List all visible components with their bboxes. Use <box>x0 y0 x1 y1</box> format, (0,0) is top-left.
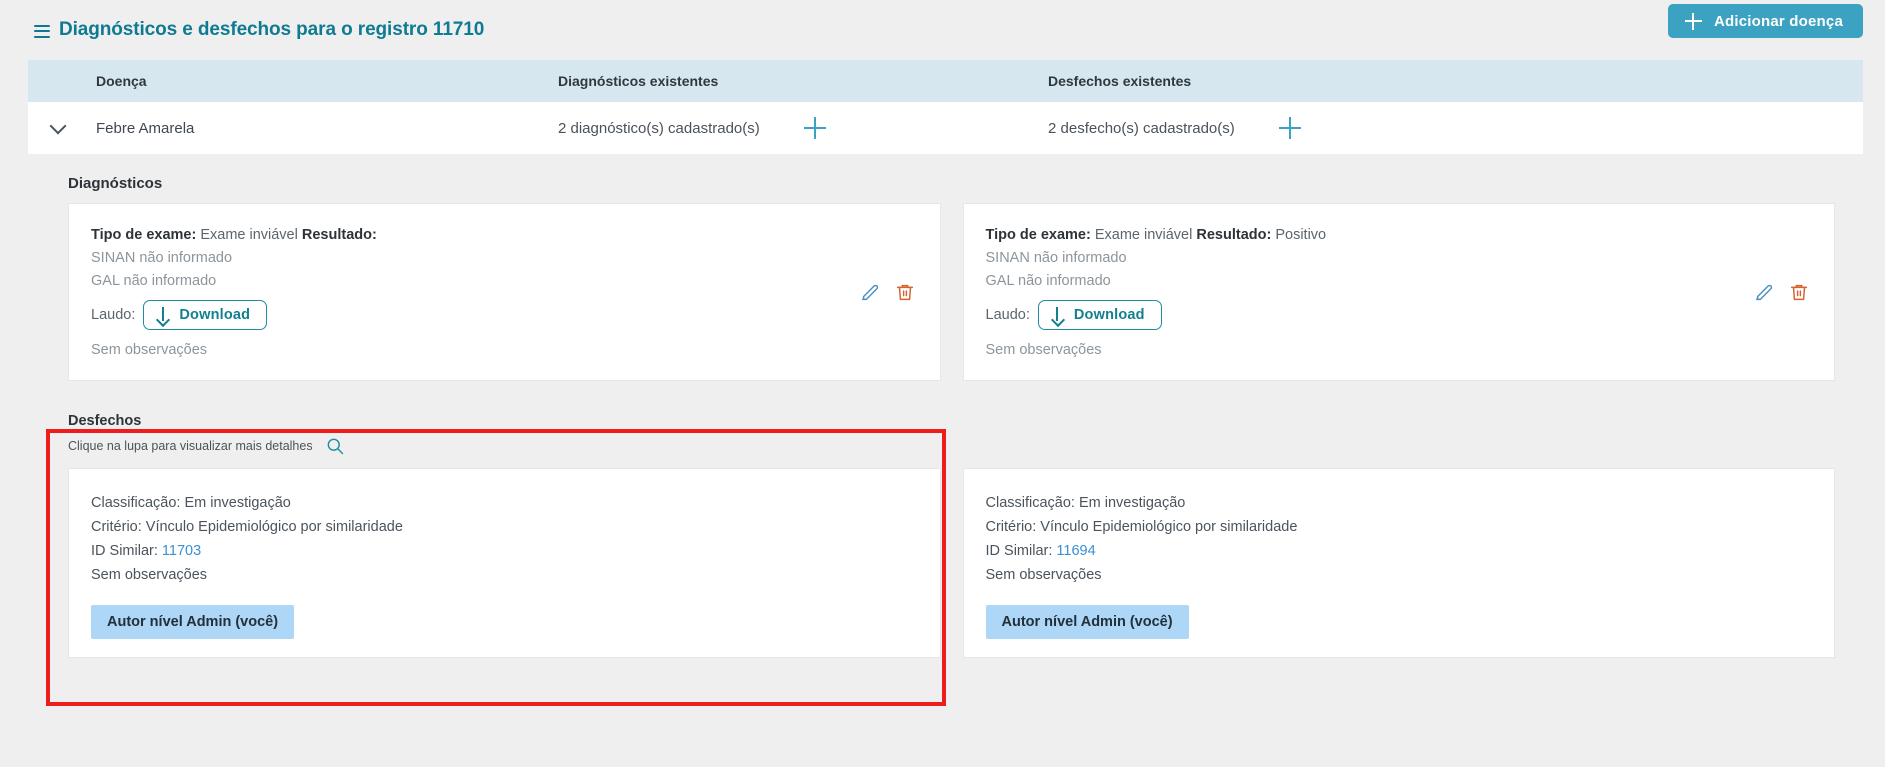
exam-type-label: Tipo de exame: <box>91 227 197 243</box>
delete-diagnostic-button[interactable] <box>1786 279 1812 305</box>
diseases-table: Doença Diagnósticos existentes Desfechos… <box>28 60 1863 676</box>
diagnostics-count: 2 diagnóstico(s) cadastrado(s) <box>558 119 760 137</box>
laudo-row: Laudo: Download <box>91 300 918 330</box>
column-header-diagnostics: Diagnósticos existentes <box>558 73 719 89</box>
outcomes-count-cell: 2 desfecho(s) cadastrado(s) <box>1048 117 1538 139</box>
download-button[interactable]: Download <box>1037 300 1162 330</box>
outcome-observations: Sem observações <box>985 567 1102 583</box>
author-badge: Autor nível Admin (você) <box>985 605 1189 639</box>
outcome-criterion: Critério: Vínculo Epidemiológico por sim… <box>91 519 403 535</box>
outcome-card: Classificação: Em investigação Critério:… <box>68 468 941 658</box>
sinan-status: SINAN não informado <box>985 250 1127 266</box>
page-title-group: Diagnósticos e desfechos para o registro… <box>34 19 484 41</box>
add-outcome-icon[interactable] <box>1278 117 1301 139</box>
add-disease-button[interactable]: Adicionar doença <box>1667 4 1863 38</box>
author-badge: Autor nível Admin (você) <box>91 605 295 639</box>
table-row[interactable]: Febre Amarela 2 diagnóstico(s) cadastrad… <box>28 102 1863 155</box>
diagnostic-observations: Sem observações <box>985 342 1102 358</box>
edit-diagnostic-button[interactable] <box>1751 279 1777 305</box>
outcomes-section-header: Desfechos Clique na lupa para visualizar… <box>28 403 1863 468</box>
delete-diagnostic-button[interactable] <box>892 279 918 305</box>
similar-id-label: ID Similar: <box>91 543 158 559</box>
result-label: Resultado: <box>1196 227 1272 243</box>
download-label: Download <box>179 307 251 323</box>
expanded-detail-panel: Diagnósticos Tipo de exame: Exame inviáv… <box>28 155 1863 676</box>
outcome-similar-line: ID Similar: 11694 <box>986 539 1813 563</box>
pencil-icon <box>1755 284 1773 301</box>
list-icon <box>34 24 50 38</box>
column-header-disease: Doença <box>96 73 147 89</box>
result-label: Resultado: <box>301 227 377 243</box>
laudo-row: Laudo: Download <box>986 300 1813 330</box>
outcomes-hint-row: Clique na lupa para visualizar mais deta… <box>68 436 1863 456</box>
pencil-icon <box>861 284 878 301</box>
gal-status: GAL não informado <box>985 273 1111 289</box>
download-label: Download <box>1073 307 1145 323</box>
download-arrow-icon <box>1051 307 1064 323</box>
page-root: Diagnósticos e desfechos para o registro… <box>0 0 1885 767</box>
diagnostic-observations: Sem observações <box>91 342 208 358</box>
exam-type-value: Exame inviável <box>200 227 298 243</box>
outcomes-section-title: Desfechos <box>68 413 142 429</box>
exam-type-label: Tipo de exame: <box>985 227 1091 243</box>
diagnostics-count-cell: 2 diagnóstico(s) cadastrado(s) <box>558 117 1048 139</box>
table-header-row: Doença Diagnósticos existentes Desfechos… <box>28 60 1863 102</box>
diagnostics-section-header: Diagnósticos <box>28 169 1863 203</box>
sinan-status: SINAN não informado <box>91 250 233 266</box>
column-header-outcomes: Desfechos existentes <box>1048 73 1192 89</box>
laudo-label: Laudo: <box>985 307 1030 323</box>
diagnostic-exam-line: Tipo de exame: Exame inviável Resultado: <box>91 224 918 247</box>
laudo-label: Laudo: <box>91 307 136 323</box>
disease-name: Febre Amarela <box>96 119 195 137</box>
diagnostics-section-title: Diagnósticos <box>68 175 163 192</box>
result-value: Positivo <box>1275 227 1327 243</box>
expand-row-toggle[interactable] <box>28 117 96 134</box>
outcomes-section: Desfechos Clique na lupa para visualizar… <box>28 403 1863 676</box>
diagnostic-card-actions <box>1751 279 1812 305</box>
outcome-similar-line: ID Similar: 11703 <box>91 539 918 563</box>
trash-icon <box>1790 284 1808 301</box>
outcome-observations: Sem observações <box>91 567 208 583</box>
diagnostic-card: Tipo de exame: Exame inviável Resultado:… <box>962 203 1835 381</box>
outcome-criterion: Critério: Vínculo Epidemiológico por sim… <box>985 519 1298 535</box>
similar-id-link[interactable]: 11703 <box>162 543 201 559</box>
plus-icon <box>1684 12 1702 30</box>
outcome-card: Classificação: Em investigação Critério:… <box>962 468 1835 658</box>
outcome-classification: Classificação: Em investigação <box>91 495 291 511</box>
diagnostic-card-actions <box>857 279 918 305</box>
diagnostics-card-list: Tipo de exame: Exame inviável Resultado:… <box>28 203 1863 381</box>
outcomes-count: 2 desfecho(s) cadastrado(s) <box>1048 119 1235 137</box>
page-title: Diagnósticos e desfechos para o registro… <box>59 19 485 40</box>
page-header: Diagnósticos e desfechos para o registro… <box>0 0 1885 60</box>
outcome-classification: Classificação: Em investigação <box>985 495 1186 511</box>
edit-diagnostic-button[interactable] <box>857 279 883 305</box>
trash-icon <box>896 284 913 301</box>
gal-status: GAL não informado <box>91 273 217 289</box>
magnifier-icon[interactable] <box>325 436 345 456</box>
outcomes-hint-text: Clique na lupa para visualizar mais deta… <box>68 439 313 453</box>
download-button[interactable]: Download <box>143 300 268 330</box>
diagnostic-exam-line: Tipo de exame: Exame inviável Resultado:… <box>986 224 1813 247</box>
diagnostic-card: Tipo de exame: Exame inviável Resultado:… <box>68 203 941 381</box>
similar-id-link[interactable]: 11694 <box>1056 543 1095 559</box>
exam-type-value: Exame inviável <box>1094 227 1193 243</box>
add-disease-label: Adicionar doença <box>1713 12 1843 30</box>
similar-id-label: ID Similar: <box>985 543 1053 559</box>
outcomes-card-list: Classificação: Em investigação Critério:… <box>28 468 1863 658</box>
add-diagnostic-icon[interactable] <box>803 117 826 139</box>
chevron-down-icon <box>49 117 67 134</box>
download-arrow-icon <box>156 307 169 323</box>
